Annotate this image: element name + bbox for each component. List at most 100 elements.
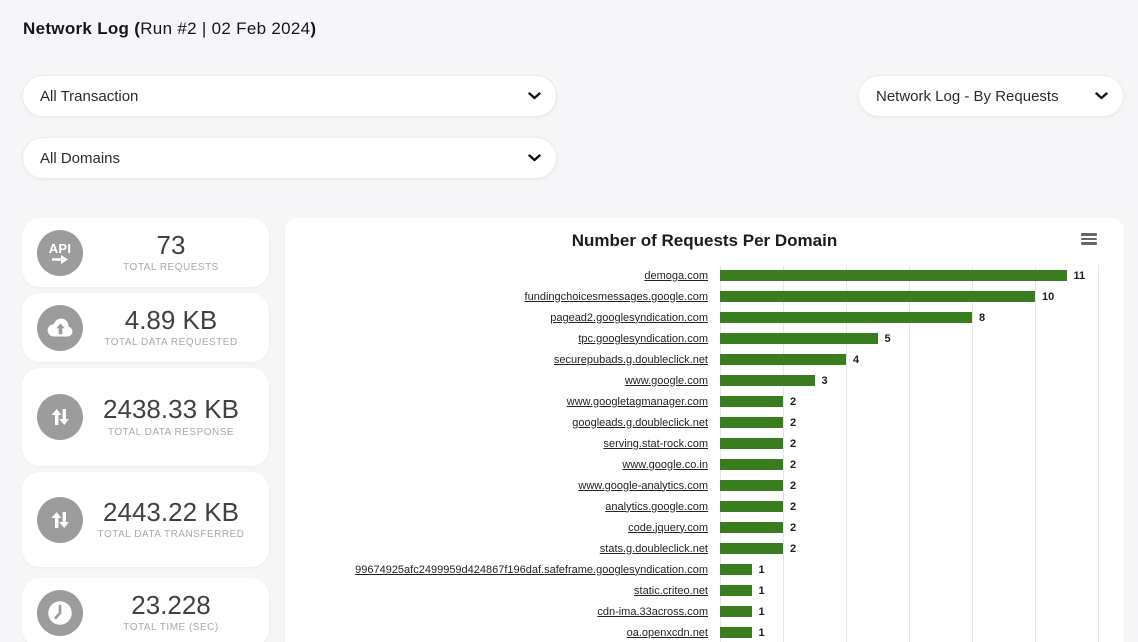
bar-value-label: 4 [853, 354, 859, 366]
bar-value-label: 2 [790, 438, 796, 450]
domains-filter-select[interactable]: All Domains [23, 138, 556, 178]
requests-per-domain-chart: Number of Requests Per Domain demoga.com… [285, 218, 1124, 642]
domain-label-link[interactable]: www.google.com [285, 375, 720, 387]
stat-card-data-response: 2438.33 KB TOTAL DATA RESPONSE [22, 368, 269, 466]
bar-value-label: 8 [979, 312, 985, 324]
transaction-filter-select[interactable]: All Transaction [23, 76, 556, 116]
bar[interactable] [720, 354, 846, 365]
stat-card-total-time: 23.228 TOTAL TIME (SEC) [22, 578, 269, 642]
page-title: Network Log (Run #2 | 02 Feb 2024) [23, 19, 316, 39]
domain-label-link[interactable]: stats.g.doubleclick.net [285, 543, 720, 555]
cloud-upload-icon [37, 305, 83, 351]
bar-value-label: 10 [1042, 291, 1054, 303]
api-icon: API [37, 230, 83, 276]
page-title-run-info: Run #2 | 02 Feb 2024 [140, 19, 310, 38]
page-title-close: ) [310, 19, 316, 38]
bar[interactable] [720, 291, 1035, 302]
bar-value-label: 2 [790, 501, 796, 513]
bar-value-label: 2 [790, 417, 796, 429]
bar-value-label: 5 [885, 333, 891, 345]
bar[interactable] [720, 543, 783, 554]
domain-label-link[interactable]: googleads.g.doubleclick.net [285, 417, 720, 429]
domain-label-link[interactable]: fundingchoicesmessages.google.com [285, 291, 720, 303]
bar[interactable] [720, 270, 1067, 281]
domain-label-link[interactable]: static.criteo.net [285, 585, 720, 597]
bar-value-label: 1 [759, 564, 765, 576]
stat-label: TOTAL DATA TRANSFERRED [89, 529, 253, 540]
transfer-icon [37, 394, 83, 440]
domain-label-link[interactable]: www.googletagmanager.com [285, 396, 720, 408]
domain-label-link[interactable]: tpc.googlesyndication.com [285, 333, 720, 345]
domain-label-link[interactable]: oa.openxcdn.net [285, 627, 720, 639]
chart-context-menu-icon[interactable] [1081, 233, 1097, 245]
domain-label-link[interactable]: serving.stat-rock.com [285, 438, 720, 450]
stat-value: 4.89 KB [89, 307, 253, 334]
bar[interactable] [720, 480, 783, 491]
bar[interactable] [720, 564, 752, 575]
chart-row: www.google.co.in 2 [285, 454, 1124, 475]
stat-card-data-transferred: 2443.22 KB TOTAL DATA TRANSFERRED [22, 472, 269, 567]
bar[interactable] [720, 606, 752, 617]
bar[interactable] [720, 459, 783, 470]
stat-label: TOTAL DATA RESPONSE [89, 427, 253, 438]
chart-title: Number of Requests Per Domain [285, 231, 1124, 251]
chart-row: www.googletagmanager.com 2 [285, 391, 1124, 412]
bar[interactable] [720, 312, 972, 323]
chart-row: www.google-analytics.com 2 [285, 475, 1124, 496]
domain-label-link[interactable]: securepubads.g.doubleclick.net [285, 354, 720, 366]
bar[interactable] [720, 585, 752, 596]
network-log-page: Network Log (Run #2 | 02 Feb 2024) All T… [0, 0, 1138, 642]
domain-label-link[interactable]: demoga.com [285, 270, 720, 282]
bar[interactable] [720, 375, 815, 386]
bar-value-label: 2 [790, 543, 796, 555]
chart-row: pagead2.googlesyndication.com 8 [285, 307, 1124, 328]
chart-row: oa.openxcdn.net 1 [285, 622, 1124, 642]
bar[interactable] [720, 627, 752, 638]
chart-row: cdn-ima.33across.com 1 [285, 601, 1124, 622]
bar[interactable] [720, 396, 783, 407]
stat-label: TOTAL DATA REQUESTED [89, 337, 253, 348]
chart-row: fundingchoicesmessages.google.com 10 [285, 286, 1124, 307]
domain-label-link[interactable]: code.jquery.com [285, 522, 720, 534]
bar-value-label: 2 [790, 480, 796, 492]
chart-plot: demoga.com11fundingchoicesmessages.googl… [285, 265, 1124, 642]
view-filter-select[interactable]: Network Log - By Requests [859, 76, 1123, 116]
stat-value: 23.228 [89, 592, 253, 619]
chart-row: static.criteo.net 1 [285, 580, 1124, 601]
domain-label-link[interactable]: pagead2.googlesyndication.com [285, 312, 720, 324]
bar-value-label: 2 [790, 459, 796, 471]
chart-row: code.jquery.com 2 [285, 517, 1124, 538]
clock-icon [37, 590, 83, 636]
bar[interactable] [720, 522, 783, 533]
bar[interactable] [720, 438, 783, 449]
chart-row: serving.stat-rock.com 2 [285, 433, 1124, 454]
bar-value-label: 1 [759, 585, 765, 597]
transfer-icon [37, 497, 83, 543]
bar-value-label: 1 [759, 627, 765, 639]
chart-rows: demoga.com11fundingchoicesmessages.googl… [285, 265, 1124, 642]
bar-value-label: 2 [790, 396, 796, 408]
transaction-filter: All Transaction [22, 75, 557, 117]
view-filter: Network Log - By Requests [858, 75, 1124, 117]
domains-filter: All Domains [22, 137, 557, 179]
domain-label-link[interactable]: 99674925afc2499959d424867f196daf.safefra… [285, 564, 720, 576]
domain-label-link[interactable]: analytics.google.com [285, 501, 720, 513]
bar-value-label: 2 [790, 522, 796, 534]
bar-value-label: 3 [822, 375, 828, 387]
chart-row: 99674925afc2499959d424867f196daf.safefra… [285, 559, 1124, 580]
bar[interactable] [720, 501, 783, 512]
chart-row: www.google.com 3 [285, 370, 1124, 391]
domain-label-link[interactable]: cdn-ima.33across.com [285, 606, 720, 618]
bar[interactable] [720, 417, 783, 428]
bar[interactable] [720, 333, 878, 344]
bar-value-label: 11 [1074, 270, 1086, 282]
chart-row: googleads.g.doubleclick.net 2 [285, 412, 1124, 433]
stat-label: TOTAL TIME (SEC) [89, 622, 253, 633]
stat-label: TOTAL REQUESTS [89, 262, 253, 273]
domain-label-link[interactable]: www.google.co.in [285, 459, 720, 471]
bar-value-label: 1 [759, 606, 765, 618]
domain-label-link[interactable]: www.google-analytics.com [285, 480, 720, 492]
chart-row: demoga.com 11 [285, 265, 1124, 286]
chart-row: securepubads.g.doubleclick.net 4 [285, 349, 1124, 370]
chart-row: stats.g.doubleclick.net 2 [285, 538, 1124, 559]
